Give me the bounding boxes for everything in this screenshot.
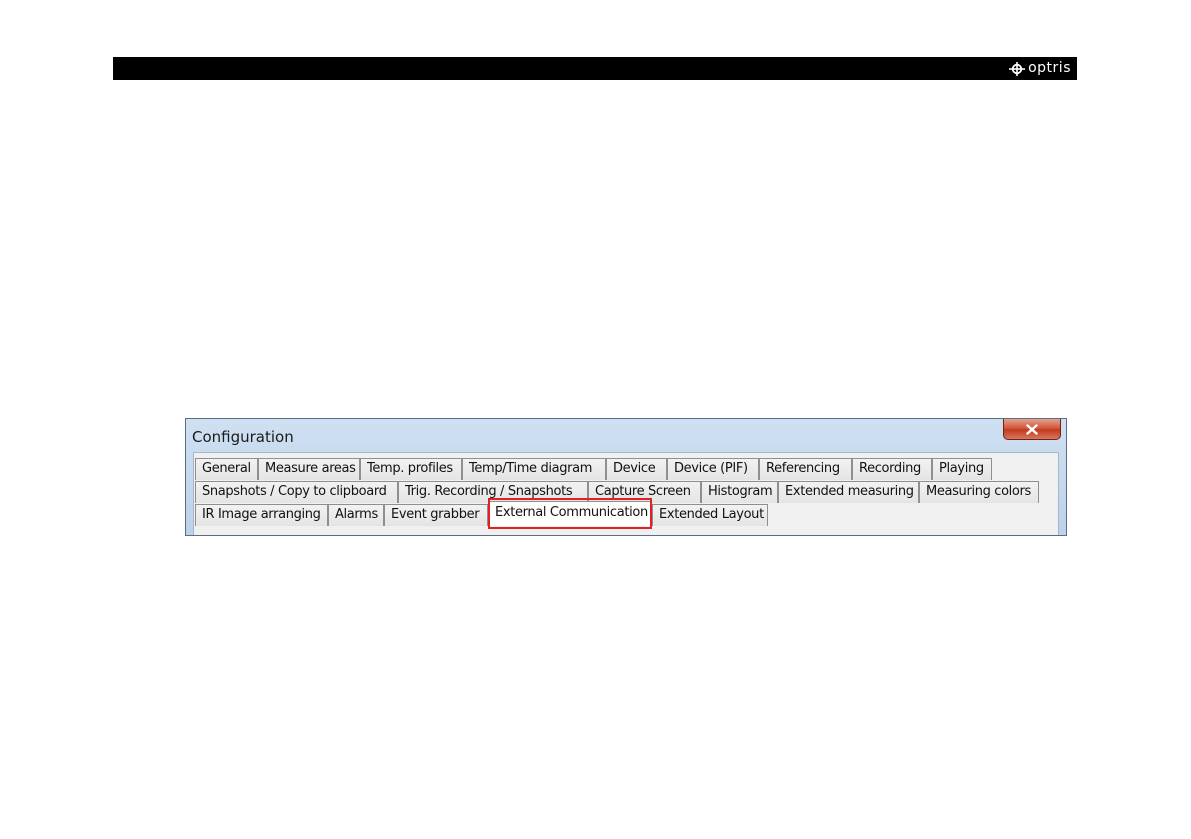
tab-temp-profiles[interactable]: Temp. profiles xyxy=(360,458,462,480)
tab-event-grabber[interactable]: Event grabber xyxy=(384,504,488,526)
tab-alarms[interactable]: Alarms xyxy=(328,504,384,526)
tab-ir-image-arranging[interactable]: IR Image arranging xyxy=(195,504,328,526)
tab-device-pif[interactable]: Device (PIF) xyxy=(667,458,759,480)
close-icon xyxy=(1026,423,1038,435)
tab-temp-time-diagram[interactable]: Temp/Time diagram xyxy=(462,458,606,480)
tab-measure-areas[interactable]: Measure areas xyxy=(258,458,360,480)
optris-logo: optris xyxy=(1009,60,1071,77)
tab-general[interactable]: General xyxy=(195,458,258,480)
tab-measuring-colors[interactable]: Measuring colors xyxy=(919,481,1039,503)
logo-mark-icon xyxy=(1009,61,1026,76)
tab-histogram[interactable]: Histogram xyxy=(701,481,778,503)
close-button[interactable] xyxy=(1003,419,1061,440)
header-bar: optris xyxy=(113,57,1077,80)
tab-device[interactable]: Device xyxy=(606,458,667,480)
tab-playing[interactable]: Playing xyxy=(932,458,992,480)
window-title: Configuration xyxy=(192,428,294,446)
tab-extended-measuring[interactable]: Extended measuring xyxy=(778,481,919,503)
highlight-box xyxy=(488,498,652,529)
tab-extended-layout[interactable]: Extended Layout xyxy=(652,504,768,526)
logo-text: optris xyxy=(1028,60,1071,76)
window-titlebar[interactable]: Configuration xyxy=(186,419,1066,451)
tab-referencing[interactable]: Referencing xyxy=(759,458,852,480)
tab-snapshots-copy-to-clipboard[interactable]: Snapshots / Copy to clipboard xyxy=(195,481,398,503)
tab-recording[interactable]: Recording xyxy=(852,458,932,480)
